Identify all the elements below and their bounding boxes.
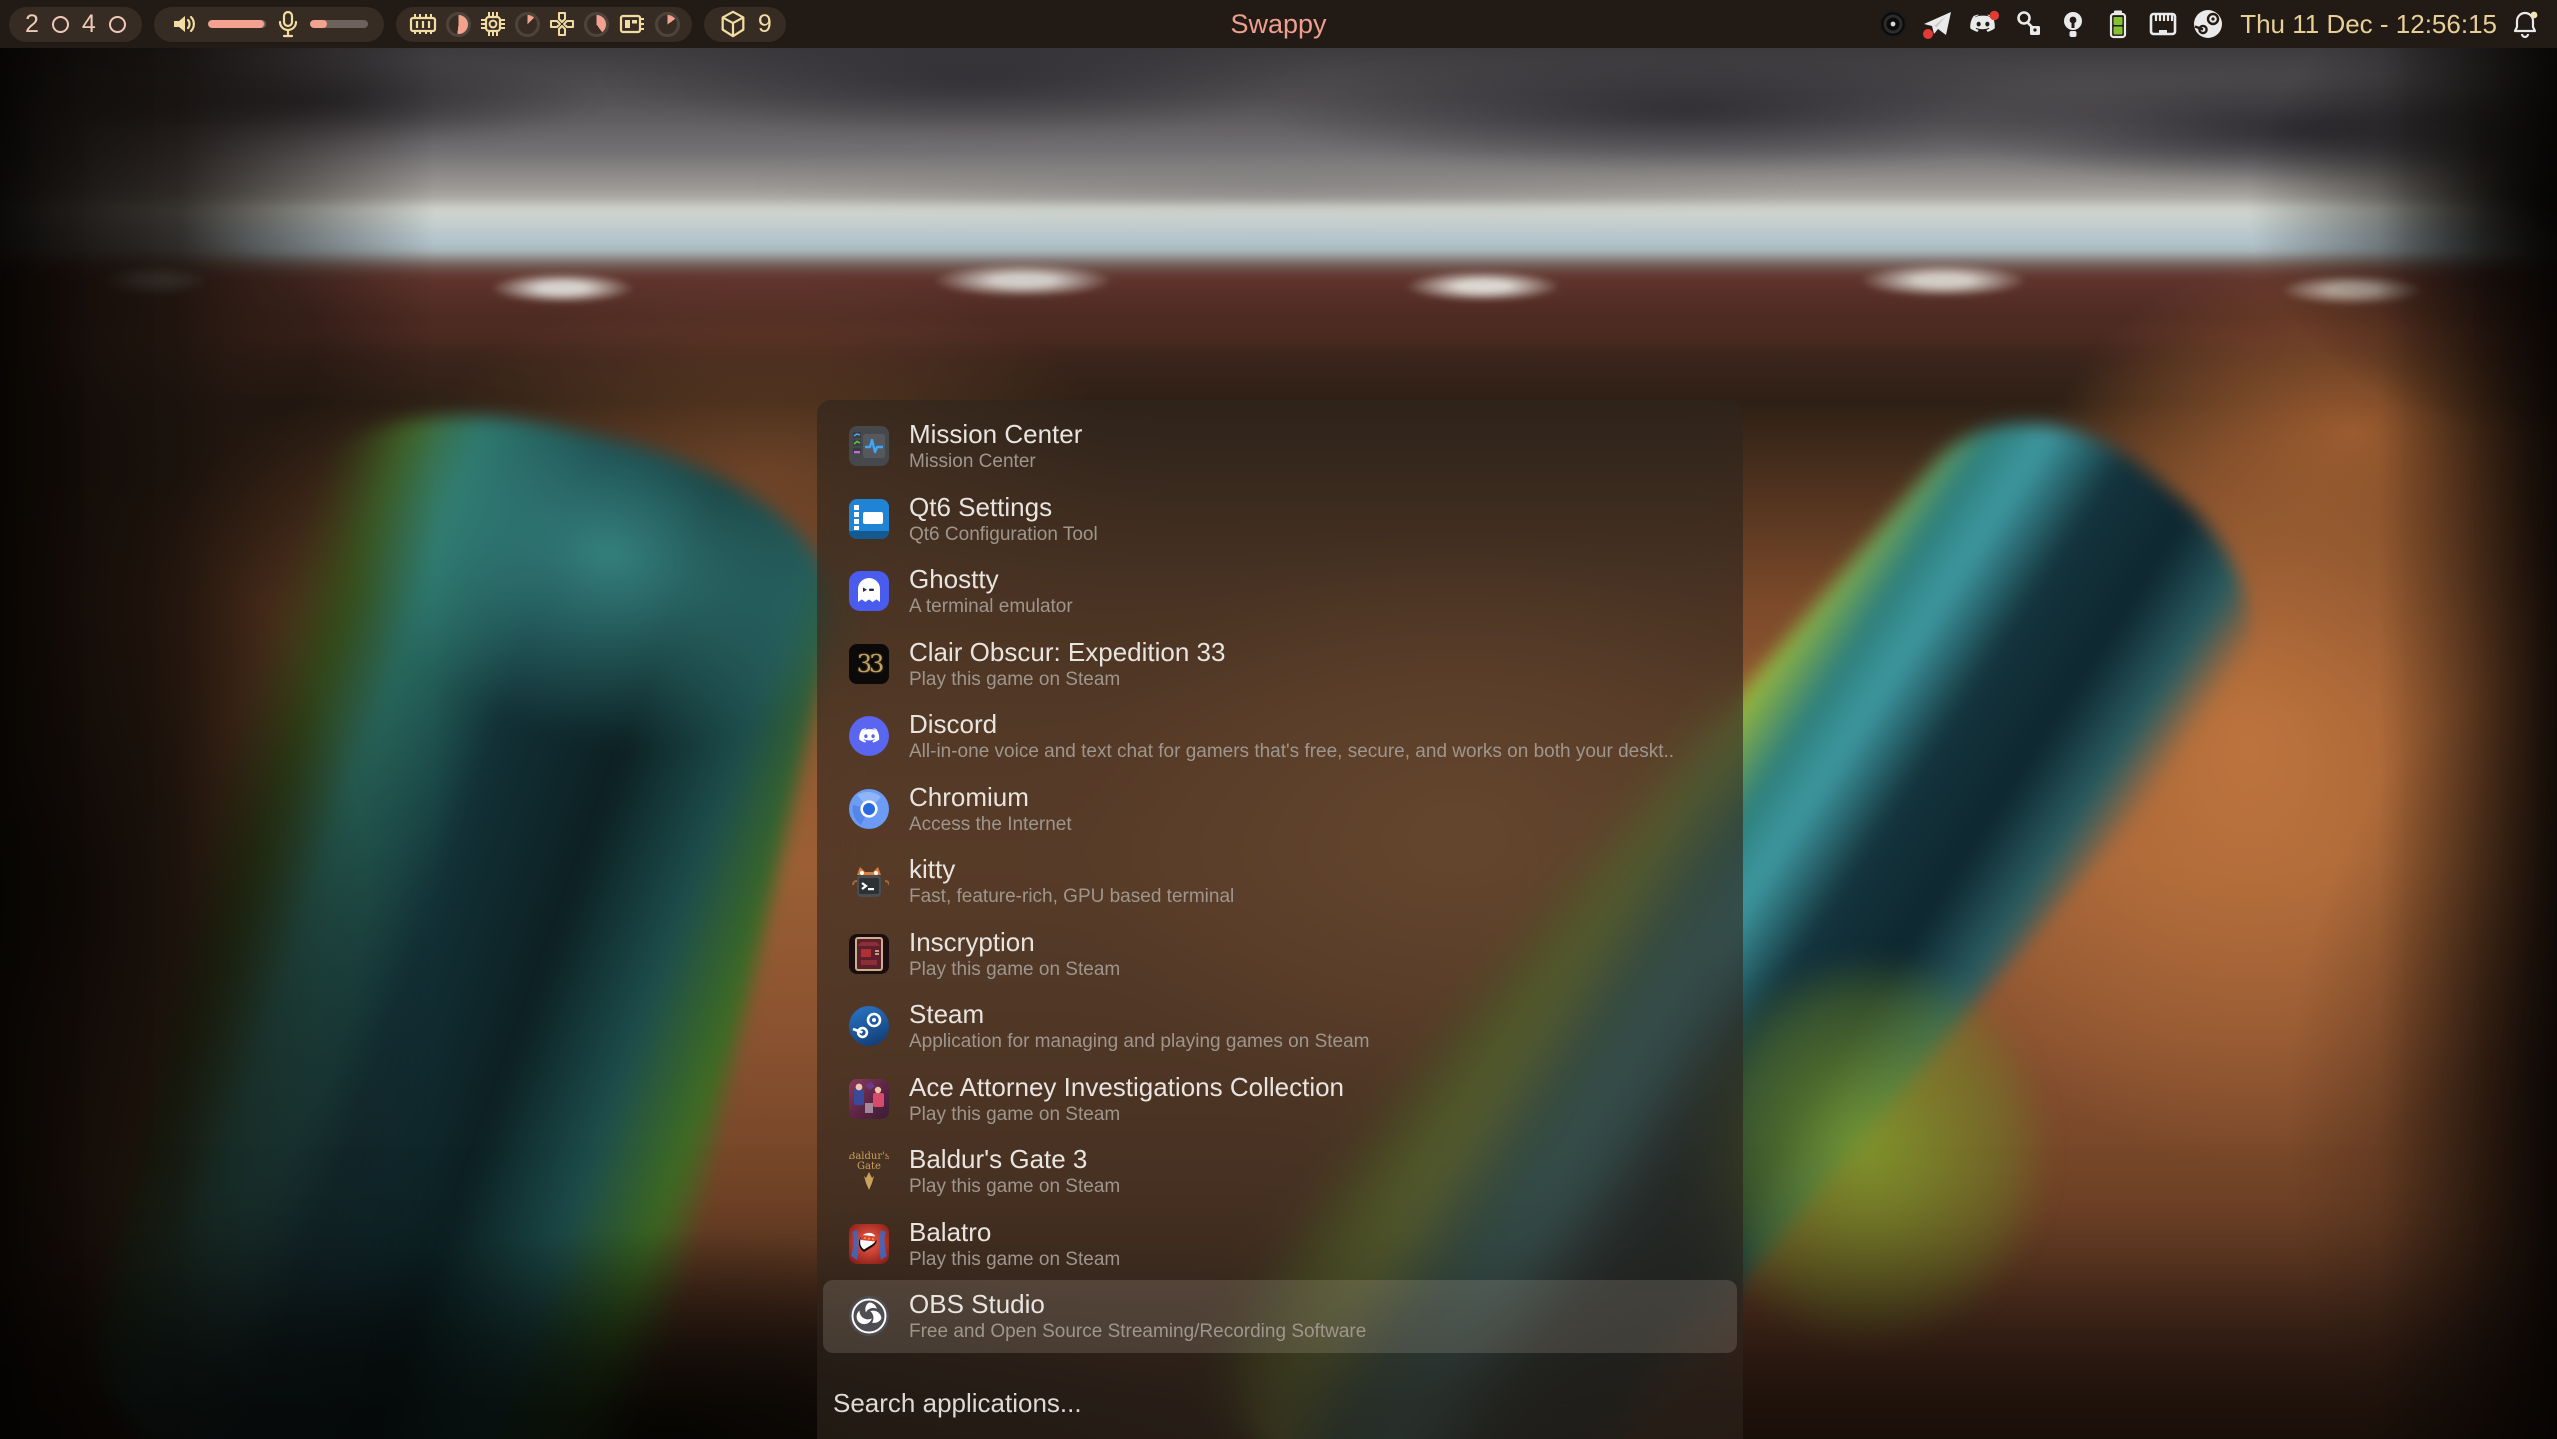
balatro-icon — [849, 1224, 889, 1264]
top-bar-left: 24 9 — [0, 7, 786, 42]
launcher-results-list: Mission CenterMission CenterQt6 Settings… — [817, 410, 1743, 1353]
steam-icon — [849, 1006, 889, 1046]
app-title: Mission Center — [909, 419, 1082, 450]
launcher-item[interactable]: BalatroPlay this game on Steam — [823, 1208, 1737, 1281]
launcher-item[interactable]: 33 Clair Obscur: Expedition 33Play this g… — [823, 628, 1737, 701]
launcher-item[interactable]: Ace Attorney Investigations CollectionPl… — [823, 1063, 1737, 1136]
app-description: Play this game on Steam — [909, 1248, 1120, 1271]
workspace-dot-icon[interactable] — [52, 16, 69, 33]
clair-obscur-icon: 33 — [849, 644, 889, 684]
app-title: Clair Obscur: Expedition 33 — [909, 637, 1225, 668]
app-title: OBS Studio — [909, 1289, 1366, 1320]
microphone-icon — [276, 10, 300, 38]
launcher-item[interactable]: GhosttyA terminal emulator — [823, 555, 1737, 628]
app-description: Access the Internet — [909, 813, 1072, 836]
app-description: Fast, feature-rich, GPU based terminal — [909, 885, 1234, 908]
audio-module[interactable] — [154, 7, 384, 42]
top-bar: 24 9 Swappy Thu 11 Dec - 12:56:15 — [0, 0, 2557, 48]
launcher-item[interactable]: kittyFast, feature-rich, GPU based termi… — [823, 845, 1737, 918]
launcher-item[interactable]: ChromiumAccess the Internet — [823, 773, 1737, 846]
usage-pie — [515, 12, 540, 37]
app-description: Play this game on Steam — [909, 1175, 1120, 1198]
kitty-icon — [849, 861, 889, 901]
system-monitors-module — [396, 7, 692, 42]
app-title: Ghostty — [909, 564, 1073, 595]
gamepad-icon — [548, 10, 576, 38]
keepassxc-icon[interactable] — [2011, 7, 2045, 41]
cpu-icon — [479, 10, 507, 38]
volume-slider[interactable] — [208, 20, 266, 28]
workspace-number[interactable]: 2 — [25, 7, 39, 42]
telegram-icon[interactable] — [1921, 7, 1955, 41]
app-description: Application for managing and playing gam… — [909, 1030, 1370, 1053]
launcher-item[interactable]: InscryptionPlay this game on Steam — [823, 918, 1737, 991]
workspaces-module[interactable]: 24 — [9, 7, 142, 42]
app-description: Play this game on Steam — [909, 668, 1225, 691]
app-description: All-in-one voice and text chat for gamer… — [909, 740, 1674, 763]
app-title: Chromium — [909, 782, 1072, 813]
app-description: Qt6 Configuration Tool — [909, 523, 1098, 546]
usage-pie — [446, 12, 471, 37]
launcher-item[interactable]: Baldur'sGate Baldur's Gate 3Play this gam… — [823, 1135, 1737, 1208]
focused-window-title: Swappy — [1230, 9, 1326, 40]
usage-pie — [584, 12, 609, 37]
app-title: Balatro — [909, 1217, 1120, 1248]
mic-slider[interactable] — [310, 20, 368, 28]
qt6-settings-icon — [849, 499, 889, 539]
obs-studio-icon — [849, 1296, 889, 1336]
ghostty-icon — [849, 571, 889, 611]
app-title: kitty — [909, 854, 1234, 885]
workspace-number[interactable]: 4 — [82, 7, 96, 42]
bulb-icon[interactable] — [2056, 7, 2090, 41]
top-bar-right: Thu 11 Dec - 12:56:15 — [1876, 7, 2557, 41]
app-description: Play this game on Steam — [909, 958, 1120, 981]
package-icon — [718, 9, 748, 39]
discord-icon — [849, 716, 889, 756]
steam-tray-icon[interactable] — [2191, 7, 2225, 41]
search-input[interactable]: Search applications... — [833, 1388, 1082, 1419]
updates-module[interactable]: 9 — [704, 7, 786, 42]
usage-pie — [655, 12, 680, 37]
ace-attorney-icon — [849, 1079, 889, 1119]
app-title: Discord — [909, 709, 1674, 740]
ram-icon — [408, 10, 438, 38]
vram-icon — [617, 10, 647, 38]
app-description: Mission Center — [909, 450, 1082, 473]
app-description: A terminal emulator — [909, 595, 1073, 618]
network-icon[interactable] — [2146, 7, 2180, 41]
baldurs-gate-3-icon: Baldur'sGate — [849, 1151, 889, 1191]
discord-tray-icon[interactable] — [1966, 7, 2000, 41]
app-title: Inscryption — [909, 927, 1120, 958]
mission-center-icon — [849, 426, 889, 466]
app-title: Ace Attorney Investigations Collection — [909, 1072, 1344, 1103]
updates-count: 9 — [758, 10, 772, 39]
app-description: Play this game on Steam — [909, 1103, 1344, 1126]
app-launcher: Mission CenterMission CenterQt6 Settings… — [817, 400, 1743, 1439]
inscryption-icon — [849, 934, 889, 974]
speaker-icon — [170, 10, 198, 38]
app-title: Qt6 Settings — [909, 492, 1098, 523]
workspace-dot-icon[interactable] — [109, 16, 126, 33]
clock[interactable]: Thu 11 Dec - 12:56:15 — [2240, 9, 2497, 40]
desktop: 24 9 Swappy Thu 11 Dec - 12:56:15 Missio… — [0, 0, 2557, 1439]
launcher-item[interactable]: SteamApplication for managing and playin… — [823, 990, 1737, 1063]
steelseries-icon[interactable] — [1876, 7, 1910, 41]
launcher-item[interactable]: OBS StudioFree and Open Source Streaming… — [823, 1280, 1737, 1353]
app-title: Baldur's Gate 3 — [909, 1144, 1120, 1175]
system-tray — [1876, 7, 2225, 41]
chromium-icon — [849, 789, 889, 829]
battery-icon[interactable] — [2101, 7, 2135, 41]
launcher-item[interactable]: Qt6 SettingsQt6 Configuration Tool — [823, 483, 1737, 556]
launcher-item[interactable]: DiscordAll-in-one voice and text chat fo… — [823, 700, 1737, 773]
app-title: Steam — [909, 999, 1370, 1030]
app-description: Free and Open Source Streaming/Recording… — [909, 1320, 1366, 1343]
launcher-item[interactable]: Mission CenterMission Center — [823, 410, 1737, 483]
bell-icon[interactable] — [2508, 7, 2542, 41]
